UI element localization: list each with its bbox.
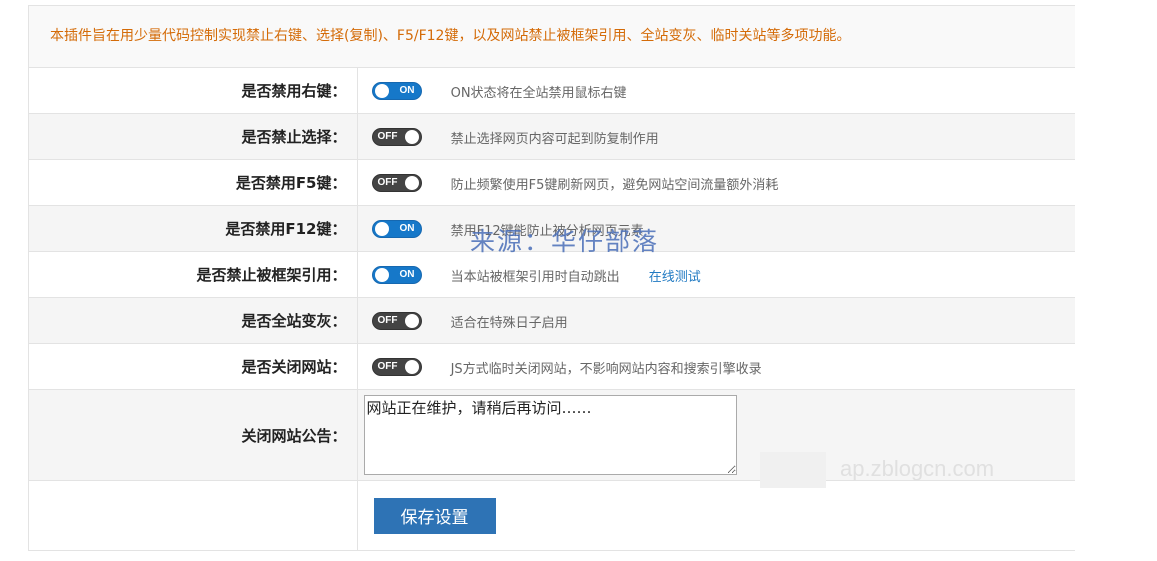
- toggle-right-click[interactable]: ON: [371, 82, 422, 100]
- toggle-knob: [404, 360, 419, 374]
- save-row: 保存设置: [29, 480, 1075, 551]
- settings-panel: 本插件旨在用少量代码控制实现禁止右键、选择(复制)、F5/F12键，以及网站禁止…: [28, 5, 1075, 551]
- setting-row-close-notice: 关闭网站公告： 网站正在维护，请稍后再访问……: [29, 389, 1075, 481]
- setting-row-f12: 是否禁用F12键： ON 禁用F12键能防止被分析网页元素: [29, 205, 1075, 252]
- toggle-state-text: ON: [399, 269, 415, 280]
- toggle-knob: [404, 176, 419, 190]
- online-test-link[interactable]: 在线测试: [649, 270, 701, 285]
- toggle-state-text: OFF: [377, 177, 398, 188]
- setting-label: 是否禁用F5键：: [29, 159, 358, 206]
- setting-label: 关闭网站公告：: [29, 389, 358, 481]
- setting-row-frame: 是否禁止被框架引用： ON 当本站被框架引用时自动跳出 在线测试: [29, 251, 1075, 298]
- setting-label: 是否禁止选择：: [29, 113, 358, 160]
- setting-row-right-click: 是否禁用右键： ON ON状态将在全站禁用鼠标右键: [29, 68, 1075, 114]
- setting-description: 禁用F12键能防止被分析网页元素: [450, 223, 644, 239]
- toggle-state-text: OFF: [377, 315, 398, 326]
- setting-row-select: 是否禁止选择： OFF 禁止选择网页内容可起到防复制作用: [29, 113, 1075, 160]
- setting-description: ON状态将在全站禁用鼠标右键: [450, 85, 627, 101]
- close-notice-textarea[interactable]: 网站正在维护，请稍后再访问……: [363, 395, 737, 475]
- setting-label: 是否全站变灰：: [29, 297, 358, 344]
- settings-table: 是否禁用右键： ON ON状态将在全站禁用鼠标右键 是否禁止选择： OFF 禁止…: [29, 68, 1075, 551]
- toggle-f5[interactable]: OFF: [371, 174, 422, 192]
- toggle-state-text: ON: [399, 223, 415, 234]
- plugin-notice: 本插件旨在用少量代码控制实现禁止右键、选择(复制)、F5/F12键，以及网站禁止…: [29, 5, 1075, 68]
- toggle-state-text: OFF: [377, 131, 398, 142]
- toggle-knob: [374, 222, 389, 236]
- toggle-f12[interactable]: ON: [371, 220, 422, 238]
- setting-description: 防止频繁使用F5键刷新网页，避免网站空间流量额外消耗: [450, 177, 779, 193]
- setting-description: 禁止选择网页内容可起到防复制作用: [450, 131, 659, 147]
- toggle-knob: [374, 84, 389, 98]
- setting-row-gray: 是否全站变灰： OFF 适合在特殊日子启用: [29, 297, 1075, 344]
- toggle-knob: [374, 268, 389, 282]
- toggle-state-text: ON: [399, 85, 415, 96]
- toggle-close-site[interactable]: OFF: [371, 358, 422, 376]
- setting-label: 是否禁止被框架引用：: [29, 251, 358, 298]
- toggle-knob: [404, 130, 419, 144]
- toggle-state-text: OFF: [377, 361, 398, 372]
- setting-description: 当本站被框架引用时自动跳出: [450, 269, 620, 285]
- setting-description: 适合在特殊日子启用: [450, 315, 568, 331]
- toggle-gray[interactable]: OFF: [371, 312, 422, 330]
- setting-description: JS方式临时关闭网站，不影响网站内容和搜索引擎收录: [450, 361, 762, 377]
- setting-label: 是否关闭网站：: [29, 343, 358, 390]
- setting-row-close-site: 是否关闭网站： OFF JS方式临时关闭网站，不影响网站内容和搜索引擎收录: [29, 343, 1075, 390]
- setting-label: 是否禁用F12键：: [29, 205, 358, 252]
- toggle-select[interactable]: OFF: [371, 128, 422, 146]
- setting-label: 是否禁用右键：: [29, 68, 358, 114]
- setting-row-f5: 是否禁用F5键： OFF 防止频繁使用F5键刷新网页，避免网站空间流量额外消耗: [29, 159, 1075, 206]
- save-button[interactable]: 保存设置: [373, 497, 496, 534]
- toggle-frame[interactable]: ON: [371, 266, 422, 284]
- toggle-knob: [404, 314, 419, 328]
